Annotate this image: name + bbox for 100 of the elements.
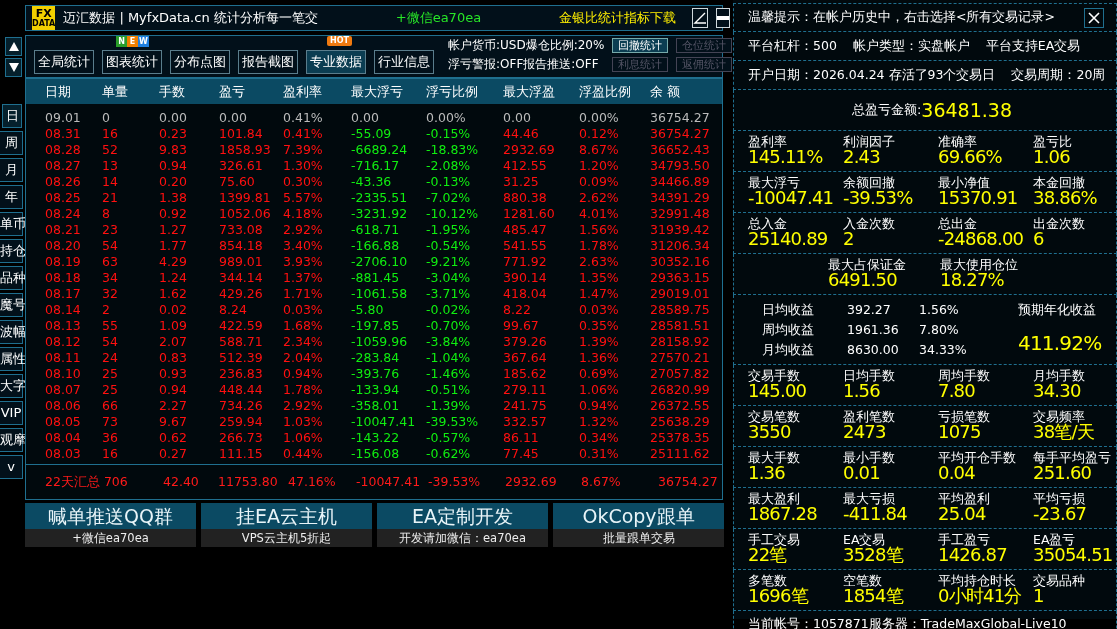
- table-cell-text: 422.59: [219, 318, 264, 334]
- nav-tab[interactable]: 图表统计: [102, 50, 162, 74]
- table-cell-text: 0.09%: [579, 174, 620, 190]
- stat-value: 6: [1033, 230, 1044, 249]
- side-tab[interactable]: 单币: [0, 212, 23, 236]
- stat-label: 交易频率: [1033, 410, 1086, 424]
- scroll-up-button[interactable]: [5, 37, 22, 56]
- table-cell-text: 1.62: [159, 286, 188, 302]
- table-cell-text: 367.64: [503, 350, 548, 366]
- nav-tab[interactable]: 专业数据: [306, 50, 366, 74]
- side-tab[interactable]: 波幅: [0, 320, 23, 344]
- side-tab[interactable]: 魔号: [0, 293, 23, 317]
- table-cell-text: 21: [102, 190, 119, 206]
- promo-button[interactable]: 喊单推送QQ群 +微信ea70ea: [25, 503, 196, 547]
- stat-label: EA交易: [843, 533, 886, 547]
- stat-value: 34.30: [1033, 382, 1081, 401]
- table-cell-text: 14: [102, 174, 119, 190]
- resize-button[interactable]: [692, 8, 709, 28]
- table-cell-text: 0.30%: [283, 174, 324, 190]
- side-tab[interactable]: 属性: [0, 347, 23, 371]
- nav-tab[interactable]: 报告截图: [238, 50, 298, 74]
- stats-button[interactable]: 回撤统计: [612, 38, 669, 53]
- table-cell-text: 34466.89: [650, 174, 711, 190]
- column-header: 单量: [102, 82, 129, 101]
- table-cell-text: 0.23: [159, 126, 188, 142]
- stat-value: 8630.00: [847, 340, 900, 359]
- side-tab[interactable]: VIP: [0, 401, 23, 425]
- close-button[interactable]: [1084, 7, 1104, 28]
- stat-label: 准确率: [938, 135, 978, 149]
- status-text: 帐户货币:USD爆仓比例:20%: [448, 37, 605, 54]
- stat-label: 总入金: [748, 217, 788, 231]
- side-tab[interactable]: 大字: [0, 374, 23, 398]
- table-cell-text: -716.17: [351, 158, 401, 174]
- download-link[interactable]: 金银比统计指标下载: [559, 8, 677, 28]
- table-cell-text: -43.36: [351, 174, 393, 190]
- side-tab[interactable]: 观摩: [0, 428, 23, 452]
- promo-button[interactable]: OkCopy跟单 批量跟单交易: [553, 503, 724, 547]
- close-icon: [1088, 11, 1100, 24]
- stat-label: 最大手数: [748, 451, 801, 465]
- nav-tab[interactable]: 行业信息: [374, 50, 434, 74]
- table-cell-text: 1.37%: [283, 270, 324, 286]
- stat-value: 2.43: [843, 148, 880, 167]
- table-cell-text: -3.84%: [426, 334, 472, 350]
- table-cell-text: 36: [102, 430, 119, 446]
- scroll-down-button[interactable]: [5, 58, 22, 77]
- side-tab[interactable]: 月: [0, 158, 23, 182]
- table-cell-text: 1.56%: [579, 222, 620, 238]
- stat-label: 出金次数: [1033, 217, 1086, 231]
- nav-tab[interactable]: 全局统计: [34, 50, 94, 74]
- table-cell-text: 1.47%: [579, 286, 620, 302]
- stat-label: 最小净值: [938, 176, 991, 190]
- stat-label: 周均收益: [762, 320, 815, 339]
- table-cell-text: 0.41%: [283, 126, 324, 142]
- table-cell-text: 2.27: [159, 398, 188, 414]
- table-cell-text: 1399.81: [219, 190, 272, 206]
- table-cell-text: 99.67: [503, 318, 540, 334]
- stat-label: 盈利笔数: [843, 410, 896, 424]
- table-cell-text: 08.26: [45, 174, 82, 190]
- table-cell-text: 0.44%: [283, 446, 324, 462]
- new-badge: N E W: [116, 36, 149, 47]
- side-tab[interactable]: 品种: [0, 266, 23, 290]
- table-cell-text: 4.18%: [283, 206, 324, 222]
- stat-value: 2473: [843, 423, 886, 442]
- table-cell-text: 0.94%: [283, 366, 324, 382]
- side-tab[interactable]: 周: [0, 131, 23, 155]
- minimize-button[interactable]: [716, 8, 731, 28]
- table-cell-text: -166.88: [351, 238, 401, 254]
- table-cell-text: 0.35%: [579, 318, 620, 334]
- table-cell-text: -2.08%: [426, 158, 472, 174]
- table-cell-text: 34391.29: [650, 190, 711, 206]
- total-value: 36481.38: [921, 97, 1013, 123]
- table-cell-text: 31939.42: [650, 222, 711, 238]
- nav-tab[interactable]: 分布点图: [170, 50, 230, 74]
- summary-cell-text: 22天汇总 706: [45, 472, 129, 491]
- total-label: 总盈亏金额:: [851, 101, 922, 120]
- side-tab[interactable]: 持仓: [0, 239, 23, 263]
- stat-value: 1.36: [748, 464, 785, 483]
- table-cell-text: 55: [102, 318, 119, 334]
- stat-value: 1696笔: [748, 587, 810, 606]
- stat-value: -24868.00: [938, 230, 1025, 249]
- table-cell-text: 13: [102, 158, 119, 174]
- stat-label: 最大使用仓位: [940, 258, 1019, 272]
- side-tab[interactable]: v: [0, 455, 23, 479]
- table-cell-text: 4.29: [159, 254, 188, 270]
- table-cell-text: 08.20: [45, 238, 82, 254]
- promo-button[interactable]: 挂EA云主机 VPS云主机5折起: [201, 503, 372, 547]
- table-cell-text: 390.14: [503, 270, 548, 286]
- promo-button[interactable]: EA定制开发 开发请加微信：ea70ea: [377, 503, 548, 547]
- stat-value: 1: [1033, 587, 1044, 606]
- stat-label: 最大亏损: [843, 492, 896, 506]
- table-cell-text: 2.07: [159, 334, 188, 350]
- table-cell-text: 266.73: [219, 430, 264, 446]
- stat-label: 平均亏损: [1033, 492, 1086, 506]
- table-cell-text: 08.17: [45, 286, 82, 302]
- side-tab[interactable]: 年: [0, 185, 23, 209]
- minimize-icon: [717, 16, 730, 20]
- side-tab[interactable]: 日: [2, 104, 22, 128]
- table-cell-text: 1.78%: [283, 382, 324, 398]
- table-cell-text: -0.15%: [426, 126, 472, 142]
- stat-value: -411.84: [843, 505, 908, 524]
